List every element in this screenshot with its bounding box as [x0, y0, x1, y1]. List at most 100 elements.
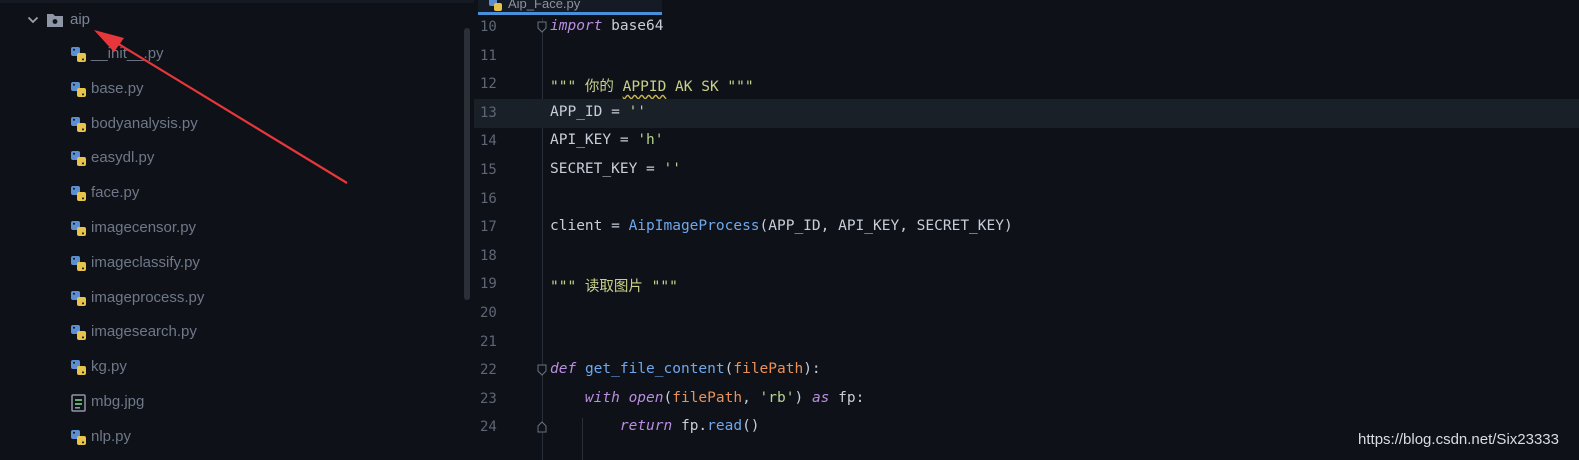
python-file-icon — [71, 325, 86, 341]
code-line[interactable]: 18 — [474, 242, 1579, 271]
tree-file-item[interactable]: imagecensor.py — [0, 214, 470, 244]
code-line[interactable]: 17 client = AipImageProcess(APP_ID, API_K… — [474, 213, 1579, 242]
tab-label: Aip_Face.py — [508, 0, 581, 11]
python-file-icon — [71, 81, 86, 97]
code-line[interactable]: 21 — [474, 328, 1579, 357]
line-number: 24 — [480, 419, 497, 436]
tree-file-label: imagecensor.py — [91, 219, 197, 236]
tree-file-item[interactable]: imageprocess.py — [0, 284, 470, 314]
python-file-icon — [71, 186, 86, 202]
code-token: '' — [628, 103, 647, 120]
line-number: 12 — [480, 76, 497, 93]
line-number: 14 — [480, 133, 497, 150]
code-token: as — [811, 389, 830, 406]
code-token: () — [742, 418, 760, 435]
folder-label: aip — [70, 11, 91, 28]
code-token: (APP_ID, API_KEY, SECRET_KEY) — [759, 218, 1013, 235]
editor-tab-strip: Aip_Face.py — [474, 0, 1579, 15]
code-line[interactable]: 10 import base64 — [474, 13, 1579, 42]
tree-file-item[interactable]: face.py — [0, 179, 470, 209]
tree-file-label: nlp.py — [91, 427, 132, 445]
code-token: API_KEY = — [550, 132, 638, 149]
fold-marker-icon[interactable] — [537, 21, 547, 33]
python-file-icon — [71, 116, 86, 132]
code-token: def — [550, 361, 577, 378]
code-token: APPID — [622, 79, 667, 96]
panel-top-border — [0, 0, 474, 3]
code-token: AK SK """ — [666, 79, 754, 96]
code-text: """ 读取图片 """ — [550, 275, 678, 296]
line-number: 15 — [480, 162, 497, 178]
tree-file-item[interactable]: imagesearch.py — [0, 318, 470, 348]
python-file-icon — [71, 255, 86, 271]
code-line[interactable]: 13 APP_ID = '' — [474, 98, 1579, 128]
tree-file-item[interactable]: bodyanalysis.py — [0, 110, 470, 140]
code-token: read — [707, 418, 743, 435]
code-text: """ 你的 APPID AK SK """ — [550, 75, 754, 96]
tree-file-item[interactable]: kg.py — [0, 353, 470, 383]
code-token: filePath — [672, 389, 743, 406]
tree-file-label: bodyanalysis.py — [91, 114, 198, 132]
tree-file-label: mbg.jpg — [91, 393, 145, 410]
line-number: 16 — [480, 190, 497, 207]
tree-file-label: imageclassify.py — [91, 253, 200, 271]
code-token: """ 你的 — [550, 79, 623, 96]
code-line[interactable]: 15 SECRET_KEY = '' — [474, 156, 1579, 185]
code-token: return — [619, 418, 673, 435]
code-token: 'h' — [637, 132, 664, 149]
code-line[interactable]: 12 """ 你的 APPID AK SK """ — [474, 70, 1579, 99]
line-number: 13 — [480, 104, 497, 121]
python-file-icon — [71, 290, 86, 306]
code-token: with — [584, 389, 620, 406]
tree-file-item[interactable]: nlp.py — [0, 423, 470, 453]
code-token: fp: — [829, 389, 865, 406]
watermark: https://blog.csdn.net/Six23333 — [1358, 431, 1559, 448]
image-file-icon — [71, 394, 86, 412]
code-token: ) — [794, 389, 812, 406]
python-file-icon — [71, 151, 86, 167]
tree-scrollbar[interactable] — [464, 28, 470, 300]
line-number: 19 — [480, 276, 497, 293]
tree-file-item[interactable]: mbg.jpg — [0, 388, 470, 418]
tree-file-label: face.py — [91, 184, 140, 202]
line-number: 17 — [480, 219, 497, 236]
tree-file-item[interactable]: base.py — [0, 75, 470, 105]
code-token: get_file_content — [584, 361, 725, 378]
python-file-icon — [489, 0, 502, 11]
code-line[interactable]: 11 — [474, 42, 1579, 71]
fold-marker-icon[interactable] — [537, 421, 547, 433]
code-line[interactable]: 14 API_KEY = 'h' — [474, 127, 1579, 156]
code-line[interactable]: 22 def get_file_content(filePath): — [474, 356, 1579, 385]
code-token: '' — [663, 161, 681, 177]
line-number: 20 — [480, 305, 497, 321]
python-file-icon — [71, 221, 86, 236]
code-line[interactable]: 19 """ 读取图片 """ — [474, 270, 1579, 299]
code-text: def get_file_content(filePath): — [550, 361, 821, 377]
code-token: AipImageProcess — [628, 218, 760, 235]
code-token: , — [742, 389, 760, 406]
tree-file-item[interactable]: easydl.py — [0, 144, 470, 174]
python-file-icon — [71, 360, 86, 376]
project-tree-panel: aip __init__.py base.py bodyanalysis.py eas… — [0, 0, 474, 460]
code-text: client = AipImageProcess(APP_ID, API_KEY… — [550, 218, 1013, 234]
tree-file-item[interactable]: __init__.py — [0, 40, 470, 70]
line-number: 10 — [480, 19, 497, 35]
code-line[interactable]: 20 — [474, 299, 1579, 328]
code-token: ): — [803, 361, 821, 378]
code-line[interactable]: 23 with open(filePath, 'rb') as fp: — [474, 385, 1579, 414]
chevron-down-icon[interactable] — [26, 13, 40, 27]
tree-file-label: imagesearch.py — [91, 323, 197, 341]
fold-marker-icon[interactable] — [537, 364, 547, 376]
code-editor[interactable]: Aip_Face.py 10 import base64 11 12 """ 你的 AP… — [474, 0, 1579, 460]
code-token: filePath — [733, 361, 804, 378]
code-text: with open(filePath, 'rb') as fp: — [550, 390, 864, 406]
tree-file-item[interactable]: imageclassify.py — [0, 249, 470, 279]
tree-folder-aip[interactable]: aip — [0, 6, 470, 34]
code-token: """ 读取图片 """ — [550, 279, 678, 296]
code-token: import — [550, 18, 603, 34]
code-line[interactable]: 16 — [474, 185, 1579, 214]
code-token: base64 — [602, 18, 664, 34]
code-token: ( — [663, 389, 673, 406]
python-file-icon — [71, 429, 86, 445]
